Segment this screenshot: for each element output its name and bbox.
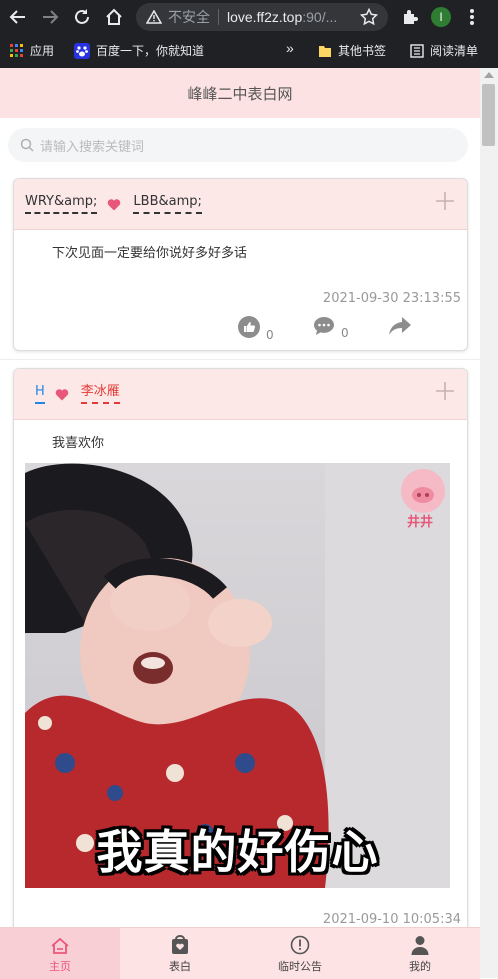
- tab-confess[interactable]: 表白: [120, 928, 240, 979]
- like-count: 0: [266, 328, 274, 342]
- bookmark-apps[interactable]: 应用: [10, 42, 54, 59]
- address-bar[interactable]: 不安全 love.ff2z.top:90/...: [136, 3, 388, 31]
- tab-mine[interactable]: 我的: [360, 928, 480, 979]
- card-header: WRY&amp; LBB&amp;: [14, 179, 467, 230]
- sender-name[interactable]: H: [35, 384, 45, 404]
- plus-icon[interactable]: [435, 381, 455, 401]
- post-image[interactable]: 井井 我真的好伤心: [25, 463, 450, 888]
- search-placeholder: 请输入搜索关键词: [40, 139, 145, 155]
- baidu-paw-icon: [74, 42, 90, 59]
- forward-button[interactable]: [36, 3, 64, 31]
- apps-grid-icon: [10, 43, 23, 57]
- recipient-name[interactable]: LBB&amp;: [133, 194, 202, 214]
- page-viewport: 峰峰二中表白网 请输入搜索关键词 WRY&amp; LBB&amp; 下次见面一…: [0, 68, 480, 978]
- bookmarks-overflow-button[interactable]: »: [286, 40, 294, 56]
- comment-button[interactable]: 0: [313, 316, 349, 340]
- reload-button[interactable]: [68, 3, 96, 31]
- bookmark-star-icon[interactable]: [360, 8, 378, 26]
- post-timestamp: 2021-09-10 10:05:34: [322, 912, 461, 927]
- tab-label: 主页: [49, 960, 71, 973]
- bookmarks-bar: 应用 百度一下，你就知道 » 其他书签 阅读清单: [0, 35, 498, 68]
- comment-icon: [314, 317, 334, 335]
- divider: [0, 351, 480, 360]
- page-title: 峰峰二中表白网: [187, 84, 293, 103]
- scroll-up-arrow-icon[interactable]: [484, 72, 494, 78]
- reload-icon: [75, 9, 89, 24]
- kebab-menu-icon: [470, 9, 474, 25]
- image-caption: 我真的好伤心: [96, 825, 379, 879]
- tab-label: 表白: [169, 960, 191, 973]
- exclamation-circle-icon: [290, 933, 310, 955]
- folder-icon: [319, 45, 331, 57]
- divider: [218, 9, 219, 25]
- search-icon: [20, 138, 34, 152]
- confession-card: H 李冰雁 我喜欢你 井井 我真的好伤心 2021-09-10 10:05:34: [13, 368, 468, 929]
- plus-icon[interactable]: [435, 191, 455, 211]
- bookmark-baidu[interactable]: 百度一下，你就知道: [74, 42, 204, 59]
- home-icon: [50, 933, 70, 955]
- message-text: 我喜欢你: [52, 436, 105, 451]
- scrollbar[interactable]: [480, 68, 498, 978]
- extensions-button[interactable]: [396, 3, 424, 31]
- sender-name[interactable]: WRY&amp;: [25, 194, 98, 214]
- forward-arrow-icon: [43, 10, 59, 24]
- tab-label: 我的: [409, 960, 431, 973]
- tab-label: 临时公告: [278, 960, 322, 973]
- action-bar: 0 0: [14, 306, 467, 350]
- profile-button[interactable]: I: [427, 3, 455, 31]
- home-button[interactable]: [100, 3, 128, 31]
- avatar: I: [431, 7, 451, 27]
- home-outline-icon: [106, 8, 122, 25]
- post-timestamp: 2021-09-30 23:13:55: [322, 291, 461, 306]
- heart-icon: [107, 198, 121, 211]
- thumbs-up-icon: [238, 316, 260, 338]
- tab-home[interactable]: 主页: [0, 928, 120, 979]
- search-bar: 请输入搜索关键词: [0, 118, 480, 170]
- browser-toolbar: 不安全 love.ff2z.top:90/... I: [0, 0, 498, 35]
- reading-list-icon: [410, 43, 424, 58]
- heart-icon: [55, 388, 69, 401]
- back-button[interactable]: [4, 3, 32, 31]
- url-text: love.ff2z.top:90/...: [227, 9, 338, 25]
- tab-notice[interactable]: 临时公告: [240, 928, 360, 979]
- bookmark-other[interactable]: 其他书签: [318, 42, 386, 59]
- message-text: 下次见面一定要给你说好多好多话: [52, 246, 248, 261]
- scroll-thumb[interactable]: [482, 84, 495, 146]
- search-input[interactable]: 请输入搜索关键词: [8, 128, 468, 162]
- reading-list[interactable]: 阅读清单: [410, 42, 478, 59]
- share-arrow-icon: [389, 317, 411, 335]
- share-button[interactable]: [388, 316, 412, 336]
- site-header: 峰峰二中表白网: [0, 68, 480, 118]
- comment-count: 0: [341, 326, 349, 340]
- confession-card: WRY&amp; LBB&amp; 下次见面一定要给你说好多好多话 2021-0…: [13, 178, 468, 351]
- user-icon: [410, 933, 430, 955]
- puzzle-icon: [404, 10, 418, 24]
- card-header: H 李冰雁: [14, 369, 467, 420]
- warning-icon: [146, 10, 162, 24]
- bottom-tab-bar: 主页 表白 临时公告 我的: [0, 927, 480, 979]
- bag-heart-icon: [170, 933, 190, 955]
- recipient-name[interactable]: 李冰雁: [80, 384, 120, 404]
- back-arrow-icon: [9, 10, 25, 24]
- menu-button[interactable]: [458, 3, 486, 31]
- sticker-label: 井井: [407, 515, 434, 530]
- like-button[interactable]: 0: [238, 316, 274, 342]
- insecure-label: 不安全: [168, 9, 210, 25]
